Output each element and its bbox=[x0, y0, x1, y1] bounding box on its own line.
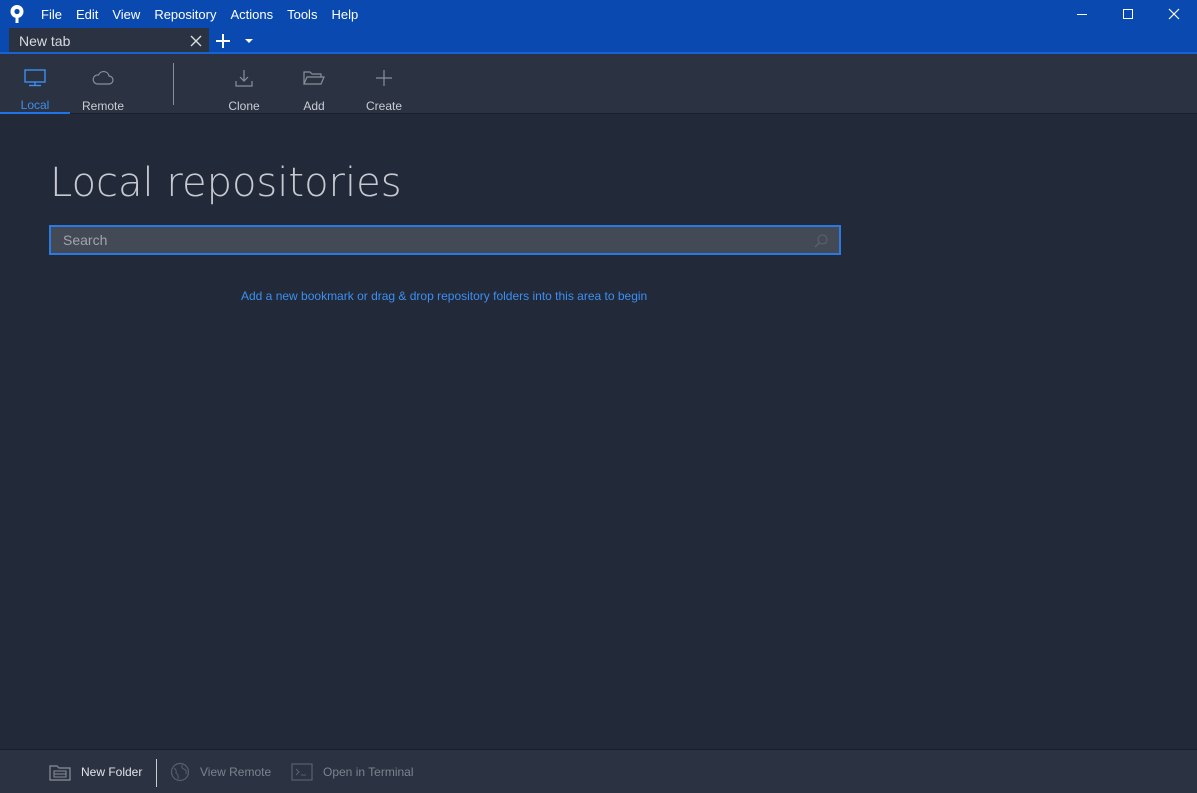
menu-edit[interactable]: Edit bbox=[69, 0, 105, 28]
tab-close-icon[interactable] bbox=[189, 34, 203, 48]
create-label: Create bbox=[365, 99, 403, 113]
tab-new-tab[interactable]: New tab bbox=[9, 28, 209, 53]
app-logo-icon[interactable] bbox=[0, 0, 34, 28]
tab-label: New tab bbox=[19, 32, 71, 49]
menu-tools[interactable]: Tools bbox=[280, 0, 324, 28]
remote-button[interactable]: Remote bbox=[68, 54, 138, 114]
menu-repository[interactable]: Repository bbox=[147, 0, 223, 28]
minimize-button[interactable] bbox=[1059, 0, 1105, 28]
close-window-button[interactable] bbox=[1151, 0, 1197, 28]
local-button[interactable]: Local bbox=[0, 54, 70, 114]
view-remote-label: View Remote bbox=[200, 765, 272, 779]
download-icon bbox=[234, 65, 254, 91]
tab-strip: New tab bbox=[0, 28, 1197, 53]
cloud-icon bbox=[92, 65, 114, 91]
view-remote-button[interactable]: View Remote bbox=[170, 750, 271, 793]
maximize-icon bbox=[1123, 9, 1133, 19]
search-icon bbox=[813, 233, 829, 254]
add-label: Add bbox=[303, 99, 325, 113]
open-in-terminal-label: Open in Terminal bbox=[323, 765, 414, 779]
window-controls bbox=[1059, 0, 1197, 28]
monitor-icon bbox=[24, 65, 46, 90]
title-bar: File Edit View Repository Actions Tools … bbox=[0, 0, 1197, 28]
empty-state-hint[interactable]: Add a new bookmark or drag & drop reposi… bbox=[241, 289, 647, 303]
close-icon bbox=[1168, 8, 1180, 20]
toolbar-separator bbox=[173, 63, 174, 105]
toolbar: Local Remote Clone Add Create bbox=[0, 54, 1197, 114]
tab-list-dropdown[interactable] bbox=[237, 28, 261, 53]
globe-icon bbox=[170, 762, 190, 782]
search-box[interactable] bbox=[49, 225, 841, 255]
new-tab-button[interactable] bbox=[209, 28, 237, 53]
create-button[interactable]: Create bbox=[349, 54, 419, 114]
page-title: Local repositories bbox=[50, 160, 402, 206]
maximize-button[interactable] bbox=[1105, 0, 1151, 28]
clone-label: Clone bbox=[228, 99, 260, 113]
clone-button[interactable]: Clone bbox=[209, 54, 279, 114]
terminal-icon bbox=[291, 763, 313, 781]
local-label: Local bbox=[20, 98, 50, 112]
menu-view[interactable]: View bbox=[105, 0, 147, 28]
folder-open-icon bbox=[303, 65, 325, 91]
new-folder-button[interactable]: New Folder bbox=[49, 750, 142, 793]
footer-bar: New Folder View Remote Open in Terminal bbox=[0, 749, 1197, 793]
minimize-icon bbox=[1077, 14, 1087, 15]
plus-icon bbox=[216, 33, 230, 48]
open-in-terminal-button[interactable]: Open in Terminal bbox=[291, 750, 414, 793]
search-input[interactable] bbox=[51, 227, 839, 253]
chevron-down-icon bbox=[245, 38, 253, 43]
new-folder-label: New Folder bbox=[81, 765, 143, 779]
menu-file[interactable]: File bbox=[34, 0, 69, 28]
new-folder-icon bbox=[49, 765, 71, 781]
remote-label: Remote bbox=[81, 99, 125, 113]
footer-separator bbox=[156, 759, 157, 787]
plus-icon bbox=[375, 65, 393, 91]
menu-actions[interactable]: Actions bbox=[223, 0, 280, 28]
menu-bar: File Edit View Repository Actions Tools … bbox=[34, 0, 365, 28]
add-button[interactable]: Add bbox=[279, 54, 349, 114]
menu-help[interactable]: Help bbox=[324, 0, 365, 28]
